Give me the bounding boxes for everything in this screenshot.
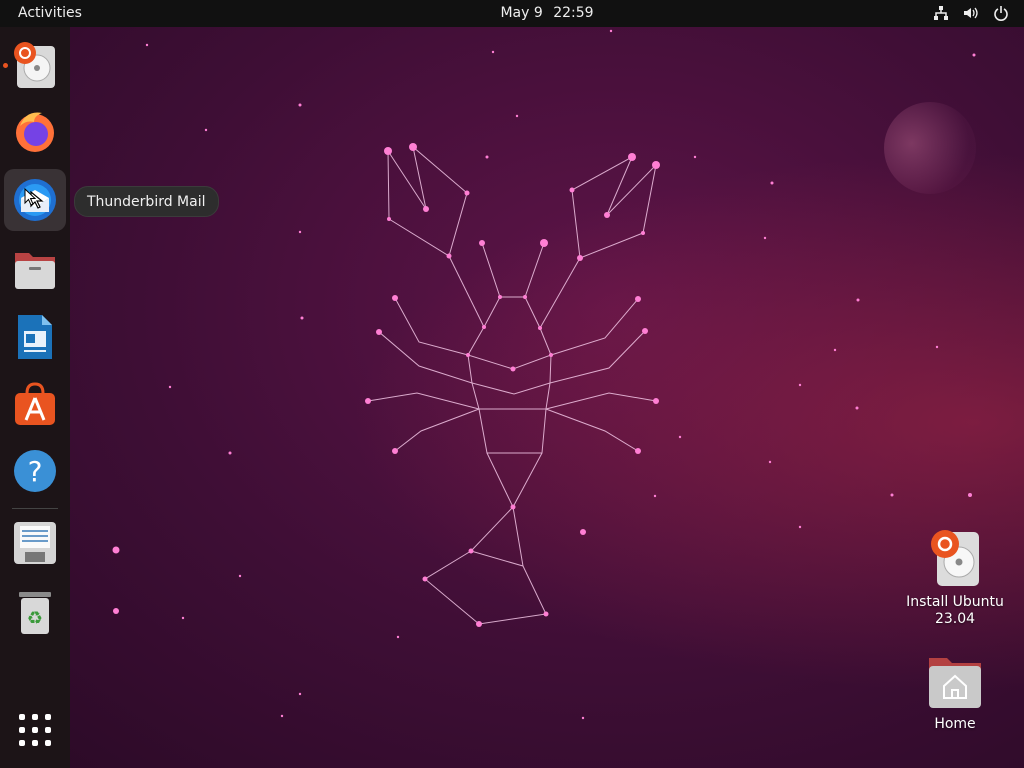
desktop-icon-label: Home — [934, 716, 976, 732]
dock-item-firefox[interactable] — [4, 100, 66, 162]
dock-item-files[interactable] — [4, 238, 66, 300]
dock-separator — [12, 508, 58, 509]
software-icon — [15, 382, 55, 425]
clock-time: 22:59 — [553, 5, 594, 21]
power-icon[interactable] — [992, 3, 1010, 23]
desktop[interactable]: Activities May 9 22:59 ? ♻ Thunderbird M… — [0, 0, 1024, 768]
moon-decoration — [884, 102, 976, 194]
clock-date: May 9 — [500, 5, 543, 21]
desktop-icon-home[interactable]: Home — [895, 654, 1015, 733]
desktop-icon-install-ubuntu[interactable]: Install Ubuntu 23.04 — [895, 528, 1015, 628]
home-folder-icon — [929, 658, 981, 708]
installer-icon — [14, 42, 55, 88]
wallpaper-constellation — [112, 29, 976, 720]
dock-tooltip: Thunderbird Mail — [74, 186, 219, 217]
clock[interactable]: May 9 22:59 — [0, 5, 1024, 21]
volume-icon[interactable] — [962, 3, 980, 23]
trash-icon: ♻ — [19, 592, 51, 634]
files-icon — [15, 253, 55, 289]
svg-text:?: ? — [28, 455, 43, 488]
network-icon[interactable] — [932, 3, 950, 23]
dock: ? ♻ — [0, 27, 70, 768]
help-icon: ? — [14, 450, 56, 492]
dock-item-trash[interactable]: ♻ — [4, 581, 66, 643]
desktop-icon-label-version: 23.04 — [934, 611, 976, 627]
show-apps-button[interactable] — [4, 699, 66, 761]
svg-text:♻: ♻ — [27, 608, 43, 629]
dock-item-software[interactable] — [4, 373, 66, 435]
app-grid-icon — [19, 714, 51, 746]
system-tray[interactable] — [932, 3, 1010, 23]
writer-icon — [18, 315, 52, 359]
dock-item-help[interactable]: ? — [4, 440, 66, 502]
top-bar: Activities May 9 22:59 — [0, 0, 1024, 27]
installer-icon — [931, 530, 979, 586]
desktop-icon-label: Install Ubuntu — [906, 594, 1004, 610]
dock-item-writer[interactable] — [4, 306, 66, 368]
mouse-cursor — [24, 188, 36, 206]
save-icon — [14, 522, 56, 564]
dock-item-install-ubuntu[interactable] — [4, 34, 66, 96]
firefox-icon — [16, 112, 54, 152]
dock-item-save[interactable] — [4, 512, 66, 574]
